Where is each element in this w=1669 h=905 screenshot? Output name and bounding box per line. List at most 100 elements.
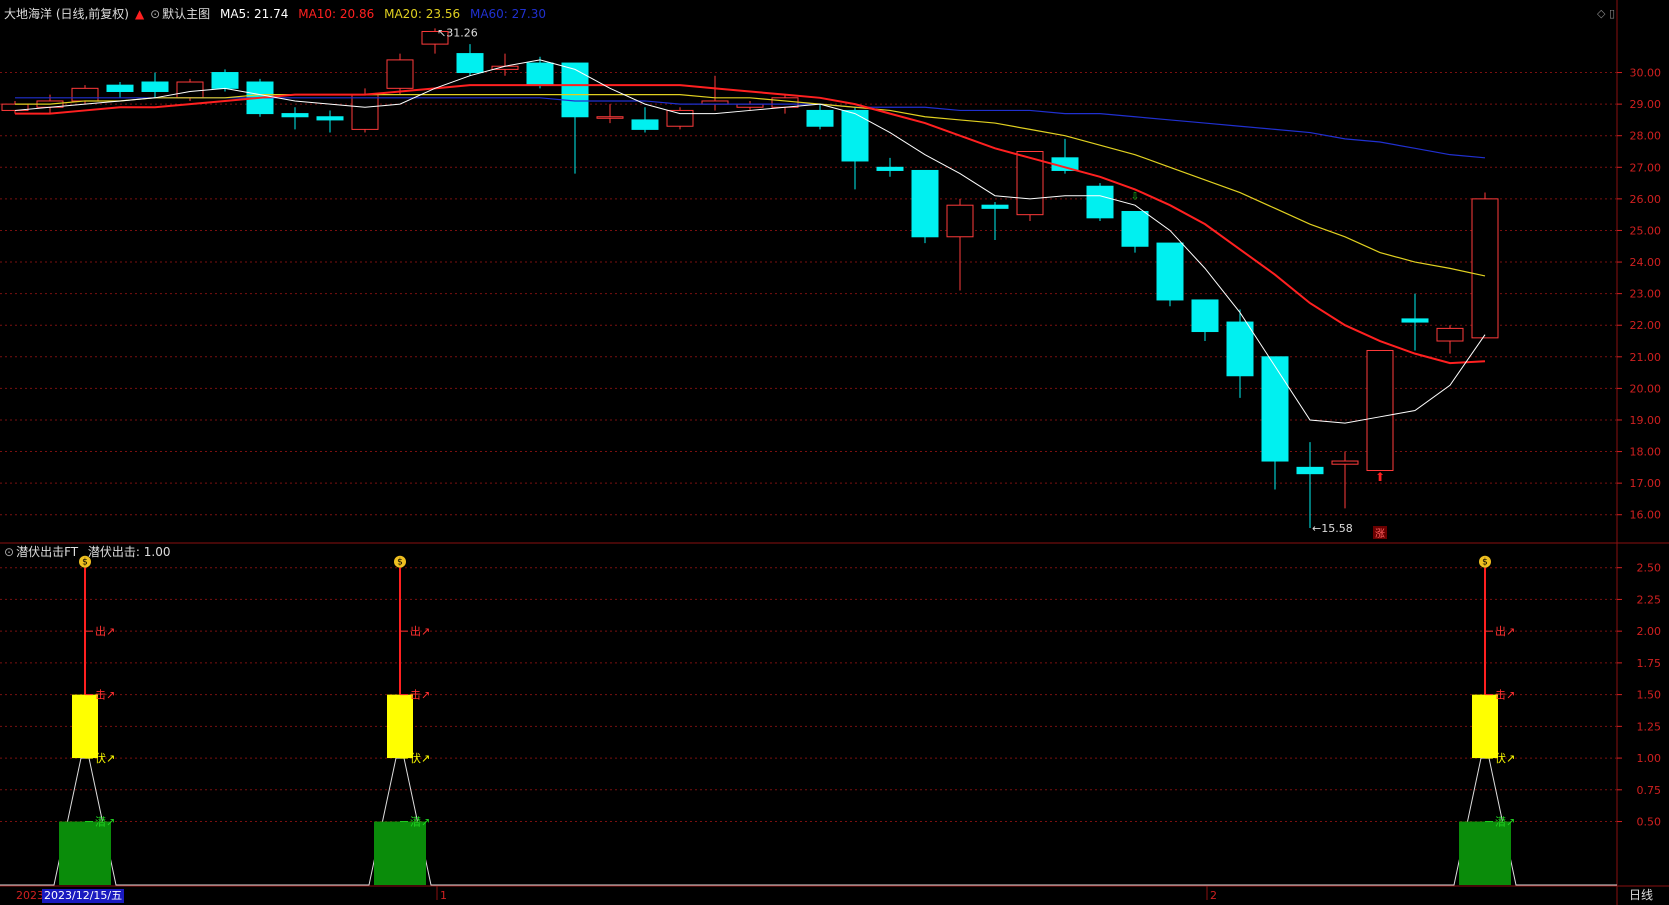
candle (1156, 242, 1184, 307)
candle (911, 169, 939, 244)
indicator-header: ⊙ 潜伏出击FT 潜伏出击: 1.00 (4, 545, 177, 559)
up-arrow-icon: ▲ (135, 7, 145, 21)
y-tick-label: 28.00 (1630, 130, 1662, 143)
ma10-line (15, 84, 1486, 365)
candle (456, 44, 484, 76)
diamond-icon[interactable]: ◇ (1597, 7, 1605, 20)
buy-arrow-icon: ⬆ (1375, 470, 1385, 484)
candle-body (1086, 185, 1114, 219)
indicator-tick-label: 2.50 (1637, 562, 1662, 575)
signal-tag: 击↗ (410, 689, 430, 702)
window-controls: ◇ ▯ (1597, 7, 1615, 20)
candle (701, 75, 729, 111)
ma60-label: MA60: 27.30 (469, 7, 547, 21)
candle-body (1296, 466, 1324, 475)
signal-tag: 伏↗ (1495, 751, 1515, 765)
candle (946, 198, 974, 291)
candle (1086, 183, 1114, 221)
ma10-label: MA10: 20.86 (298, 7, 375, 21)
indicator-tick-label: 0.50 (1637, 816, 1662, 829)
candle-body (1471, 198, 1499, 339)
candle (1016, 151, 1044, 221)
y-tick-label: 25.00 (1630, 224, 1662, 237)
candle (1226, 309, 1254, 398)
candle (1121, 211, 1149, 253)
candle (736, 100, 764, 111)
y-tick-label: 29.00 (1630, 98, 1662, 111)
indicator-tick-label: 2.25 (1637, 593, 1662, 606)
indicator-title[interactable]: 潜伏出击FT (16, 545, 78, 559)
signal-tag: 潜↗ (95, 815, 115, 829)
candle-body (631, 119, 659, 130)
candle-body (211, 72, 239, 89)
candle-body (1331, 460, 1359, 465)
candle-body (351, 94, 379, 130)
yellow-bar (72, 694, 98, 759)
candle-body (561, 62, 589, 118)
y-tick-label: 27.00 (1630, 161, 1662, 174)
month-label-2: 2 (1210, 889, 1217, 902)
candle-body (71, 87, 99, 102)
y-tick-label: 21.00 (1630, 351, 1662, 364)
stock-name[interactable]: 大地海洋 (日线,前复权) (4, 7, 129, 21)
candle-body (281, 113, 309, 118)
y-tick-label: 16.00 (1630, 509, 1662, 522)
ma20-line (15, 94, 1486, 277)
candle (1051, 138, 1079, 174)
y-tick-label: 24.00 (1630, 256, 1662, 269)
yellow-bar (1472, 694, 1498, 759)
money-bag-symbol: $ (1482, 558, 1488, 568)
candle (596, 104, 624, 124)
candle-body (316, 116, 344, 121)
candle (1471, 192, 1499, 339)
candle (1436, 325, 1464, 354)
candle (806, 104, 834, 130)
maximize-icon[interactable]: ▯ (1609, 7, 1615, 20)
y-tick-label: 20.00 (1630, 382, 1662, 395)
candle-body (1156, 242, 1184, 301)
candle-body (1191, 299, 1219, 333)
signal-tag: 击↗ (95, 689, 115, 702)
chart-canvas[interactable]: 16.0017.0018.0019.0020.0021.0022.0023.00… (0, 0, 1669, 905)
down-hint-icon: ⇩ (1131, 192, 1139, 203)
zhang-label: 涨 (1375, 528, 1385, 540)
indicator-tick-label: 0.75 (1637, 784, 1662, 797)
candle-body (981, 204, 1009, 209)
candle (561, 62, 589, 174)
indicator-tick-label: 1.50 (1637, 689, 1662, 702)
money-bag-symbol: $ (82, 558, 88, 568)
candle-body (806, 109, 834, 127)
indicator-tick-label: 1.75 (1637, 657, 1662, 670)
signal-tag: 伏↗ (410, 751, 430, 765)
candle (841, 107, 869, 190)
green-bar (1459, 821, 1511, 885)
candle-body (596, 116, 624, 119)
collapse-icon[interactable]: ⊙ (150, 7, 160, 21)
indicator-collapse-icon[interactable]: ⊙ (4, 545, 14, 559)
candle (106, 82, 134, 98)
candle-body (526, 62, 554, 86)
candle-body (141, 81, 169, 92)
candle (316, 110, 344, 133)
template-name[interactable]: 默认主图 (162, 7, 210, 21)
period-button[interactable]: 日线 (1629, 888, 1653, 902)
candle (631, 107, 659, 133)
indicator-tick-label: 1.25 (1637, 720, 1662, 733)
candle-body (876, 166, 904, 171)
ma5-label: MA5: 21.74 (219, 7, 289, 21)
month-label-1: 1 (440, 889, 447, 902)
y-tick-label: 18.00 (1630, 446, 1662, 459)
signal-group (1459, 555, 1511, 885)
candle-body (771, 97, 799, 108)
footer-date[interactable]: 2023/12/15/五 (42, 889, 125, 903)
green-bar (59, 821, 111, 885)
low-price-label: ←15.58 (1312, 522, 1353, 535)
candle-body (1401, 318, 1429, 323)
candle-body (1226, 321, 1254, 377)
candle-body (1366, 349, 1394, 472)
y-tick-label: 19.00 (1630, 414, 1662, 427)
candle-body (386, 59, 414, 89)
indicator-baseline (0, 757, 1617, 886)
yellow-bar (387, 694, 413, 759)
candle-body (106, 84, 134, 92)
